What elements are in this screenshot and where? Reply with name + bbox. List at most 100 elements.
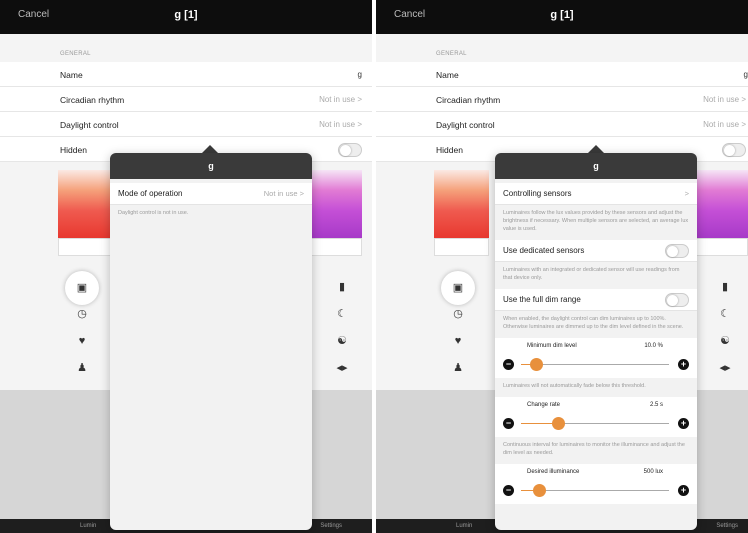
row-value: Not in use > (319, 120, 362, 129)
section-header: GENERAL (436, 51, 467, 57)
plus-icon[interactable]: + (678, 417, 689, 429)
yin-yang-icon[interactable]: ☯ (335, 334, 349, 348)
name-row[interactable]: Name g (376, 62, 748, 87)
popover-arrow (202, 145, 218, 153)
color-swatches-right[interactable] (307, 238, 362, 256)
daylight-popover: g Controlling sensors > Luminaires follo… (495, 153, 697, 530)
dedicated-sensors-row: Use dedicated sensors (495, 239, 697, 262)
controlling-sensors-row[interactable]: Controlling sensors > (495, 183, 697, 205)
book-icon[interactable]: ▮ (335, 280, 349, 294)
row-value: Not in use > (703, 95, 746, 104)
circadian-rhythm-row[interactable]: Circadian rhythm Not in use > (0, 87, 372, 112)
minus-icon[interactable]: − (503, 417, 514, 429)
row-value: g (743, 70, 748, 79)
section-header: GENERAL (60, 51, 91, 57)
slider-track[interactable] (521, 483, 669, 497)
popover-arrow (588, 145, 604, 153)
full-dim-range-row: Use the full dim range (495, 288, 697, 311)
popover-title: g (110, 153, 312, 179)
color-swatches-left[interactable] (58, 238, 113, 256)
hidden-toggle[interactable] (338, 143, 362, 157)
sound-icon[interactable]: ◂▸ (718, 361, 732, 375)
popover-title: g (495, 153, 697, 179)
slider-thumb[interactable] (529, 357, 543, 371)
slider-label: Minimum dim level (527, 342, 577, 349)
color-swatches-left[interactable] (434, 238, 489, 256)
controlling-sensors-label: Controlling sensors (503, 189, 572, 198)
scene-icon: ▣ (452, 282, 464, 294)
row-label: Name (60, 70, 83, 80)
row-label: Hidden (436, 145, 463, 155)
yin-yang-icon[interactable]: ☯ (718, 334, 732, 348)
scene-icon-button[interactable]: ▣ (441, 271, 475, 305)
mask-icon[interactable]: ♥ (75, 334, 89, 348)
row-value: g (357, 70, 362, 79)
name-row[interactable]: Name g (0, 62, 372, 87)
dedicated-sensors-desc: Luminaires with an integrated or dedicat… (503, 266, 680, 281)
minimum-dim-level-desc: Luminaires will not automatically fade b… (503, 382, 646, 389)
full-dim-range-desc: When enabled, the daylight control can d… (503, 315, 684, 330)
person-icon[interactable]: ♟ (75, 361, 89, 375)
hidden-toggle[interactable] (722, 143, 746, 157)
sound-icon[interactable]: ◂▸ (335, 361, 349, 375)
plus-icon[interactable]: + (678, 484, 689, 496)
color-gradient-right[interactable] (307, 170, 362, 238)
desired-illuminance-slider: Desired illuminance 500 lux − + (495, 463, 697, 504)
mode-of-operation-value: Not in use > (263, 189, 304, 198)
person-icon[interactable]: ♟ (451, 361, 465, 375)
plus-icon[interactable]: + (678, 358, 689, 370)
minus-icon[interactable]: − (503, 358, 514, 370)
row-label: Daylight control (436, 120, 495, 130)
page-title: g [1] (174, 9, 198, 21)
navigation-bar: Cancel g [1] (0, 0, 372, 34)
slider-value: 500 lux (643, 468, 663, 475)
slider-label: Change rate (527, 401, 561, 408)
color-gradient-right[interactable] (693, 170, 748, 238)
clock-icon[interactable]: ◷ (451, 307, 465, 321)
mode-of-operation-label: Mode of operation (118, 189, 183, 198)
change-rate-desc: Continuous interval for luminaires to mo… (503, 441, 685, 456)
slider-track[interactable] (521, 357, 669, 371)
page-title: g [1] (550, 9, 574, 21)
full-dim-range-toggle[interactable] (665, 292, 689, 307)
tab-settings[interactable]: Settings (716, 523, 738, 529)
tab-luminaires[interactable]: Lumin (80, 523, 96, 529)
row-label: Hidden (60, 145, 87, 155)
screen-mode-not-in-use: Cancel g [1] GENERAL Name g Circadian rh… (0, 0, 372, 533)
moon-icon[interactable]: ☾ (718, 307, 732, 321)
daylight-popover: g Mode of operation Not in use > Dayligh… (110, 153, 312, 530)
row-label: Name (436, 70, 459, 80)
slider-value: 2.5 s (649, 401, 663, 408)
screen-daylight-settings: Cancel g [1] GENERAL Name g Circadian rh… (376, 0, 748, 533)
tab-settings[interactable]: Settings (320, 523, 342, 529)
slider-label: Desired illuminance (527, 468, 580, 475)
circadian-rhythm-row[interactable]: Circadian rhythm Not in use > (376, 87, 748, 112)
daylight-control-row[interactable]: Daylight control Not in use > (376, 112, 748, 137)
scene-icon-button[interactable]: ▣ (65, 271, 99, 305)
color-gradient-left[interactable] (58, 170, 113, 238)
slider-track[interactable] (521, 416, 669, 430)
slider-value: 10.0 % (644, 342, 663, 349)
clock-icon[interactable]: ◷ (75, 307, 89, 321)
scene-icon: ▣ (76, 282, 88, 294)
slider-thumb[interactable] (532, 483, 546, 497)
dedicated-sensors-toggle[interactable] (665, 243, 689, 258)
book-icon[interactable]: ▮ (718, 280, 732, 294)
mask-icon[interactable]: ♥ (451, 334, 465, 348)
moon-icon[interactable]: ☾ (335, 307, 349, 321)
row-value: Not in use > (319, 95, 362, 104)
color-gradient-left[interactable] (434, 170, 489, 238)
mode-of-operation-row[interactable]: Mode of operation Not in use > (110, 183, 312, 205)
navigation-bar: Cancel g [1] (376, 0, 748, 34)
row-label: Circadian rhythm (436, 95, 501, 105)
color-swatches-right[interactable] (693, 238, 748, 256)
full-dim-range-label: Use the full dim range (503, 294, 581, 304)
tab-luminaires[interactable]: Lumin (456, 523, 472, 529)
row-label: Circadian rhythm (60, 95, 125, 105)
minus-icon[interactable]: − (503, 484, 514, 496)
slider-thumb[interactable] (552, 416, 565, 430)
change-rate-slider: Change rate 2.5 s − + (495, 396, 697, 437)
dedicated-sensors-label: Use dedicated sensors (503, 245, 585, 255)
daylight-control-row[interactable]: Daylight control Not in use > (0, 112, 372, 137)
row-value: Not in use > (703, 120, 746, 129)
